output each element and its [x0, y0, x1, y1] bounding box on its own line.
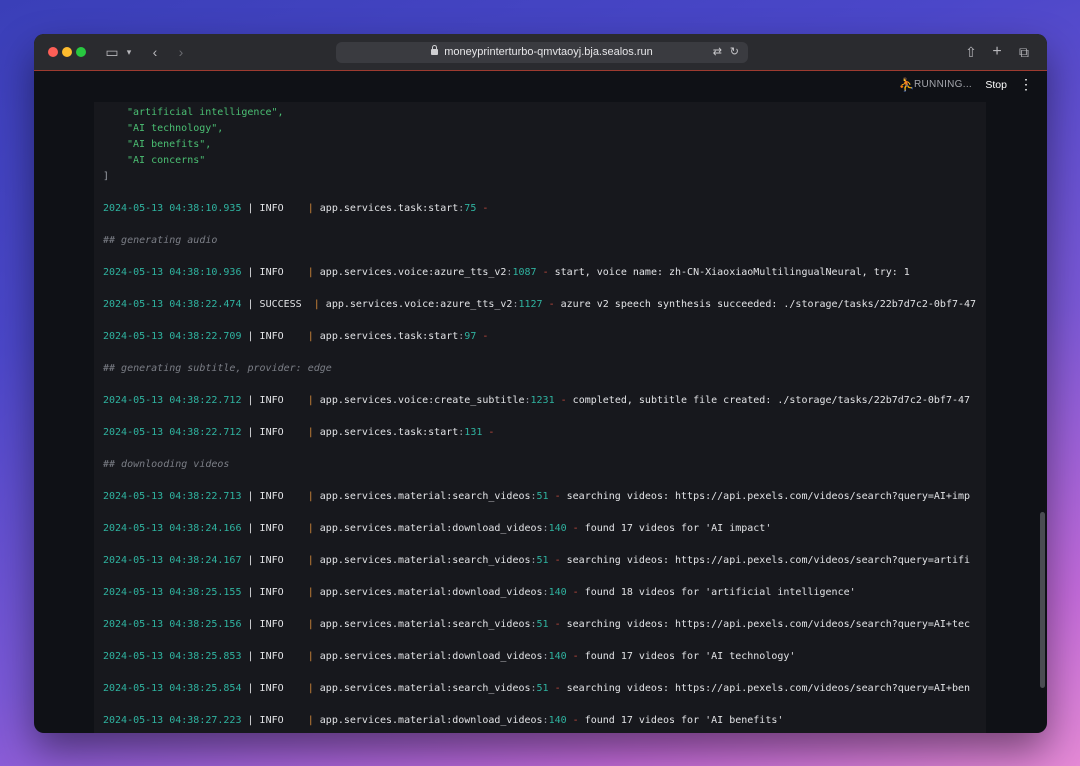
log-entry: 2024-05-13 04:38:22.474 | SUCCESS | app.…: [103, 299, 977, 310]
log-entry: 2024-05-13 04:38:25.854 | INFO | app.ser…: [103, 683, 971, 694]
log-entry: 2024-05-13 04:38:10.936 | INFO | app.ser…: [103, 267, 910, 278]
log-entry: 2024-05-13 04:38:24.166 | INFO | app.ser…: [103, 523, 772, 534]
log-entry: 2024-05-13 04:38:10.935 | INFO | app.ser…: [103, 203, 495, 214]
log-entry: 2024-05-13 04:38:22.712 | INFO | app.ser…: [103, 427, 501, 438]
log-comment: ## generating audio: [103, 235, 218, 246]
scrollbar[interactable]: [1040, 512, 1045, 688]
new-tab-icon[interactable]: +: [990, 42, 1004, 62]
close-window-button[interactable]: [48, 47, 58, 57]
log-comment: ## downlooding videos: [103, 459, 230, 470]
log-line: "AI technology",: [127, 123, 224, 134]
lock-icon: [431, 45, 439, 55]
log-entry: 2024-05-13 04:38:22.713 | INFO | app.ser…: [103, 491, 971, 502]
log-entry: 2024-05-13 04:38:25.853 | INFO | app.ser…: [103, 651, 796, 662]
reload-icon[interactable]: ↻: [730, 42, 739, 63]
sidebar-icon[interactable]: ▭: [104, 42, 120, 62]
running-status: RUNNING...: [914, 79, 972, 90]
stop-button[interactable]: Stop: [985, 79, 1007, 91]
log-entry: 2024-05-13 04:38:27.223 | INFO | app.ser…: [103, 715, 784, 726]
tab-overview-icon[interactable]: ⧉: [1016, 42, 1032, 62]
running-man-icon: ⛹: [898, 77, 915, 92]
log-line: "AI benefits",: [127, 139, 212, 150]
log-line: "artificial intelligence",: [127, 107, 284, 118]
log-line: "AI concerns": [127, 155, 206, 166]
log-line: ]: [103, 171, 110, 182]
forward-arrow-icon[interactable]: ›: [174, 42, 188, 62]
zoom-window-button[interactable]: [76, 47, 86, 57]
share-icon[interactable]: ⇧: [964, 42, 978, 62]
browser-titlebar: ▭ ▾ ‹ › moneyprinterturbo-qmvtaoyj.bja.s…: [34, 34, 1047, 71]
main-menu-icon[interactable]: ⋮: [1019, 76, 1033, 93]
translate-icon[interactable]: ⇄: [713, 42, 722, 63]
log-output: "artificial intelligence", "AI technolog…: [94, 102, 986, 733]
log-entry: 2024-05-13 04:38:24.167 | INFO | app.ser…: [103, 555, 971, 566]
log-entry: 2024-05-13 04:38:25.155 | INFO | app.ser…: [103, 587, 856, 598]
browser-window: ▭ ▾ ‹ › moneyprinterturbo-qmvtaoyj.bja.s…: [34, 34, 1047, 733]
minimize-window-button[interactable]: [62, 47, 72, 57]
app-toolbar: ⛹ RUNNING... Stop ⋮: [34, 71, 1047, 101]
log-entry: 2024-05-13 04:38:25.156 | INFO | app.ser…: [103, 619, 971, 630]
back-arrow-icon[interactable]: ‹: [148, 42, 162, 62]
log-entry: 2024-05-13 04:38:22.712 | INFO | app.ser…: [103, 395, 971, 406]
address-bar[interactable]: moneyprinterturbo-qmvtaoyj.bja.sealos.ru…: [336, 42, 748, 63]
log-entry: 2024-05-13 04:38:22.709 | INFO | app.ser…: [103, 331, 495, 342]
url-text: moneyprinterturbo-qmvtaoyj.bja.sealos.ru…: [444, 46, 653, 58]
log-comment: ## generating subtitle, provider: edge: [103, 363, 332, 374]
chevron-down-icon[interactable]: ▾: [124, 42, 134, 62]
